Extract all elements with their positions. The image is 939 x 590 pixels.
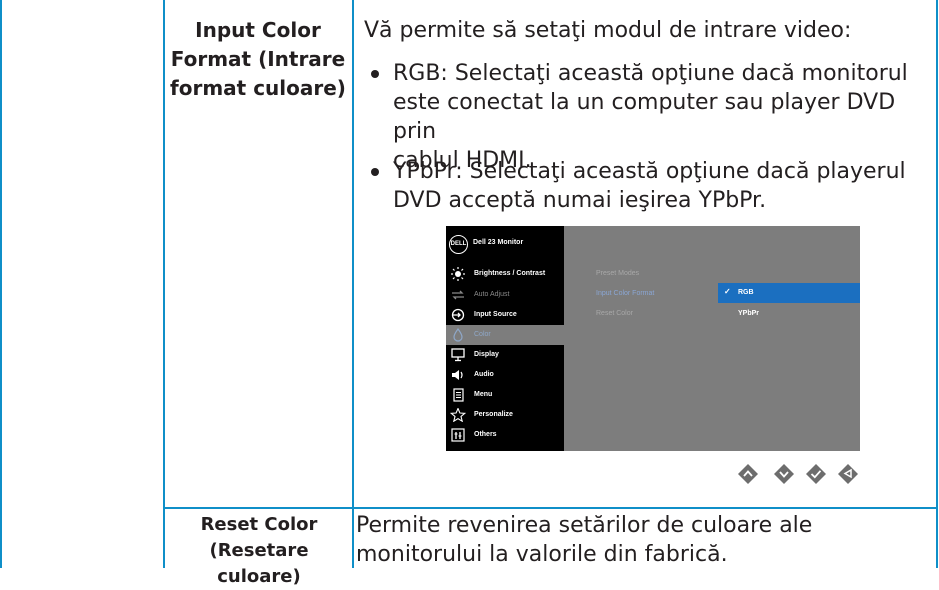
bullet-text: YPbPr: Selectaţi această opţiune dacă pl… bbox=[393, 159, 906, 184]
label-line: format culoare) bbox=[170, 76, 346, 100]
osd-item-audio[interactable]: Audio bbox=[446, 365, 564, 385]
osd-item-menu[interactable]: Menu bbox=[446, 385, 564, 405]
brightness-icon bbox=[451, 267, 465, 281]
osd-header: DELL Dell 23 Monitor bbox=[446, 226, 564, 262]
osd-item-label: Auto Adjust bbox=[474, 291, 510, 298]
ok-button-icon[interactable] bbox=[805, 463, 827, 485]
option-ypbpr[interactable]: YPbPr bbox=[738, 310, 759, 317]
osd-item-color[interactable]: Color bbox=[446, 325, 564, 345]
submenu-input-color-format[interactable]: Input Color Format bbox=[596, 290, 654, 297]
input-source-icon bbox=[451, 308, 465, 322]
personalize-icon bbox=[450, 408, 466, 422]
color-icon bbox=[453, 328, 463, 342]
submenu-reset-color[interactable]: Reset Color bbox=[596, 310, 633, 317]
osd-item-brightness[interactable]: Brightness / Contrast bbox=[446, 264, 564, 284]
osd-item-auto-adjust[interactable]: Auto Adjust bbox=[446, 285, 564, 305]
osd-item-label: Others bbox=[474, 431, 497, 438]
osd-item-others[interactable]: Others bbox=[446, 425, 564, 445]
osd-item-label: Input Source bbox=[474, 311, 517, 318]
auto-adjust-icon bbox=[452, 290, 464, 300]
submenu-preset-modes[interactable]: Preset Modes bbox=[596, 270, 639, 277]
osd-item-label: Brightness / Contrast bbox=[474, 270, 546, 277]
down-button-icon[interactable] bbox=[773, 463, 795, 485]
osd-title: Dell 23 Monitor bbox=[473, 239, 524, 246]
osd-item-label: Menu bbox=[474, 391, 493, 398]
row-label-input-color-format: Input Color Format (Intrare format culoa… bbox=[166, 16, 350, 103]
osd-item-label: Personalize bbox=[474, 411, 513, 418]
osd-item-input-source[interactable]: Input Source bbox=[446, 305, 564, 325]
osd-item-personalize[interactable]: Personalize bbox=[446, 405, 564, 425]
others-icon bbox=[451, 428, 465, 442]
bullet-text: este conectat la un computer sau player … bbox=[393, 90, 896, 144]
bullet-ypbpr: YPbPr: Selectaţi această opţiune dacă pl… bbox=[371, 157, 931, 215]
menu-icon bbox=[453, 388, 464, 402]
osd-main-menu: DELL Dell 23 Monitor Brightness / Contra… bbox=[446, 226, 564, 451]
osd-item-label: Color bbox=[474, 331, 491, 338]
reset-color-description: Permite revenirea setărilor de culoare a… bbox=[356, 511, 812, 569]
up-button-icon[interactable] bbox=[737, 463, 759, 485]
row-label-reset-color: Reset Color (Resetare culoare) bbox=[166, 512, 352, 590]
audio-icon bbox=[452, 370, 463, 380]
label-line: Format (Intrare bbox=[170, 47, 346, 71]
table-border-col1 bbox=[163, 0, 165, 568]
label-line: Input Color bbox=[195, 18, 321, 42]
osd-menu-screenshot: DELL Dell 23 Monitor Brightness / Contra… bbox=[446, 226, 860, 451]
row-separator bbox=[163, 507, 938, 509]
osd-item-label: Audio bbox=[474, 371, 494, 378]
label-line: Reset Color bbox=[200, 514, 318, 535]
dell-logo: DELL bbox=[449, 235, 468, 254]
bullet-text: DVD acceptă numai ieşirea YPbPr. bbox=[393, 188, 767, 213]
bullet-dot bbox=[371, 168, 379, 176]
option-rgb[interactable]: RGB bbox=[738, 289, 754, 296]
display-icon bbox=[451, 348, 465, 362]
back-button-icon[interactable] bbox=[837, 463, 859, 485]
bullet-dot bbox=[371, 70, 379, 78]
table-border-col2 bbox=[352, 0, 354, 568]
osd-item-label: Display bbox=[474, 351, 499, 358]
check-icon: ✓ bbox=[724, 287, 731, 296]
desc-line: monitorului la valorile din fabrică. bbox=[356, 542, 728, 567]
table-border-right bbox=[936, 0, 938, 568]
osd-item-display[interactable]: Display bbox=[446, 345, 564, 365]
table-border-left bbox=[0, 0, 2, 568]
desc-line: Permite revenirea setărilor de culoare a… bbox=[356, 513, 813, 538]
label-line: (Resetare culoare) bbox=[209, 540, 309, 587]
row-intro-text: Vă permite să setaţi modul de intrare vi… bbox=[364, 18, 852, 43]
bullet-text: RGB: Selectaţi această opţiune dacă moni… bbox=[393, 61, 908, 86]
